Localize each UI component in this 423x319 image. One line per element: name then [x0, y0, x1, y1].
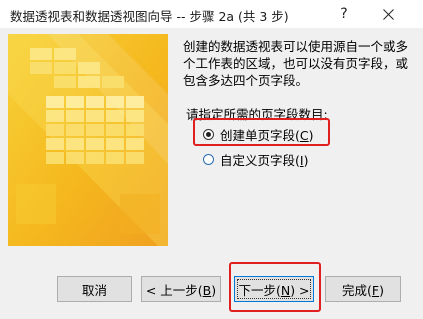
pivot-wizard-dialog: 数据透视表和数据透视图向导 -- 步骤 2a (共 3 步) ? 创建的数据透视… [0, 0, 423, 319]
next-button[interactable]: 下一步(N) > [234, 276, 314, 302]
close-button[interactable] [368, 0, 408, 28]
radio-custom-page-field[interactable]: 自定义页字段(I) [203, 150, 308, 169]
title-bar[interactable]: 数据透视表和数据透视图向导 -- 步骤 2a (共 3 步) ? [0, 0, 423, 28]
cancel-label: 取消 [81, 282, 107, 298]
close-icon [382, 8, 394, 20]
radio-label-single: 创建单页字段(C) [220, 128, 314, 143]
pivot-table-illustration [8, 34, 168, 246]
cancel-button[interactable]: 取消 [57, 276, 132, 302]
help-icon: ? [340, 6, 348, 22]
radio-button-checked[interactable] [203, 129, 214, 140]
page-field-prompt: 请指定所需的页字段数目: [186, 107, 328, 122]
wizard-illustration [8, 34, 168, 246]
finish-button[interactable]: 完成(F) [325, 276, 401, 302]
wizard-description: 创建的数据透视表可以使用源自一个或多个工作表的区域，也可以没有页字段，或包含多达… [183, 39, 409, 88]
next-label: 下一步(N) > [238, 282, 310, 298]
help-button[interactable]: ? [324, 0, 364, 28]
back-button[interactable]: < 上一步(B) [141, 276, 221, 302]
radio-label-custom: 自定义页字段(I) [220, 153, 309, 168]
finish-label: 完成(F) [342, 282, 384, 298]
radio-single-page-field[interactable]: 创建单页字段(C) [203, 125, 314, 144]
back-label: < 上一步(B) [145, 282, 217, 298]
radio-button-unchecked[interactable] [203, 154, 214, 165]
dialog-title: 数据透视表和数据透视图向导 -- 步骤 2a (共 3 步) [10, 9, 289, 24]
